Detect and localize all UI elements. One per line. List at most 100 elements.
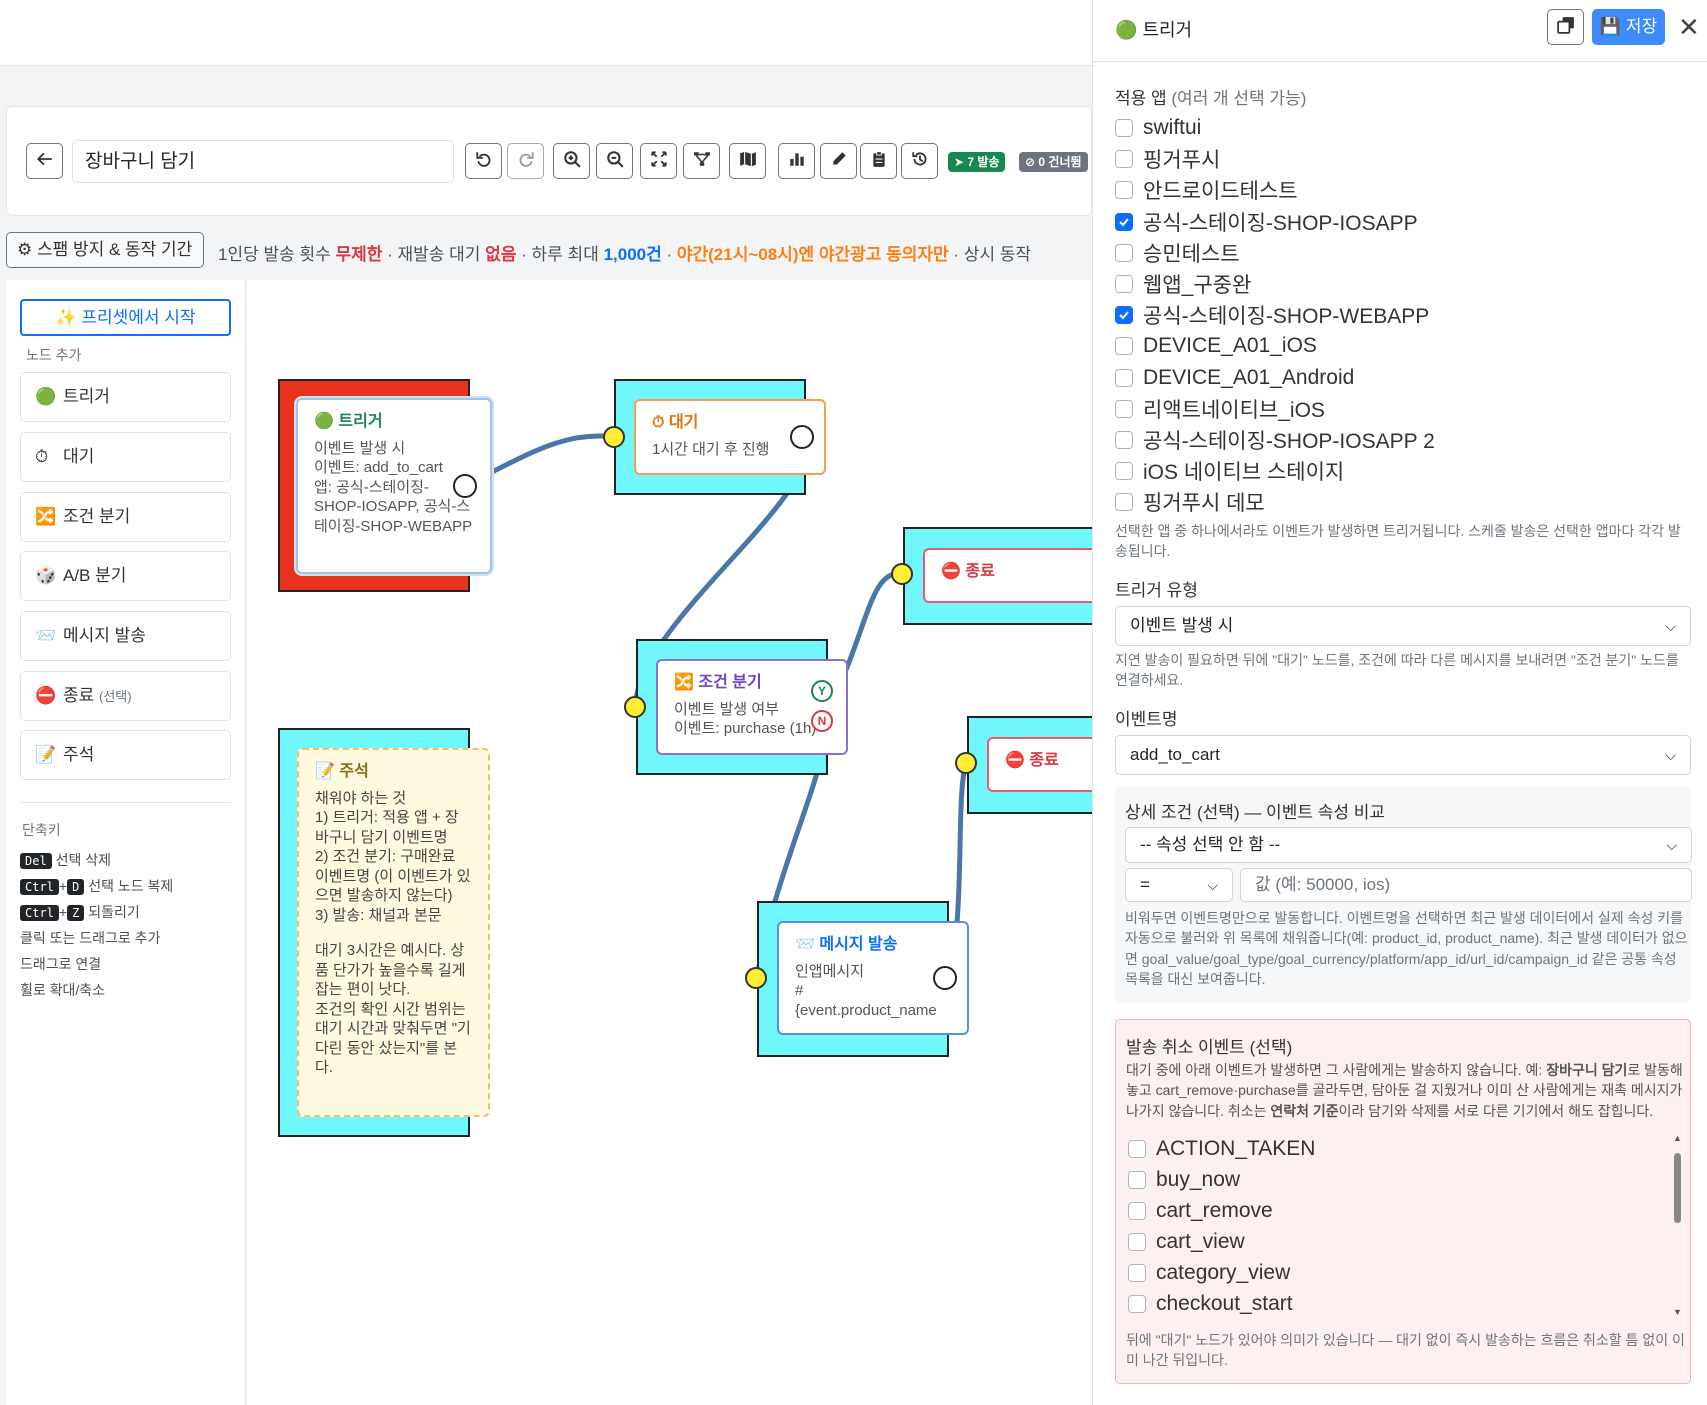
wait-input-handle[interactable] xyxy=(603,426,625,448)
scroll-up-icon[interactable]: ▲ xyxy=(1673,1133,1682,1143)
app-checkbox-row[interactable]: 핑거푸시 xyxy=(1115,145,1220,173)
note-node[interactable]: 📝 주석 채워야 하는 것 1) 트리거: 적용 앱 + 장바구니 담기 이벤트… xyxy=(297,748,490,1117)
back-button[interactable] xyxy=(26,143,63,179)
checkbox-icon[interactable] xyxy=(1128,1264,1146,1282)
scroll-down-icon[interactable]: ▼ xyxy=(1673,1307,1682,1317)
trigger-type-select[interactable]: 이벤트 발생 시 ⌵ xyxy=(1115,606,1691,646)
app-checkbox-row[interactable]: 공식-스테이징-SHOP-WEBAPP xyxy=(1115,301,1429,329)
checkbox-checked-icon[interactable] xyxy=(1115,306,1133,325)
duplicate-button[interactable] xyxy=(1547,9,1584,45)
minimap-button[interactable] xyxy=(729,143,766,179)
cancel-events-list[interactable]: ACTION_TAKEN buy_now cart_remove cart_viewc… xyxy=(1124,1133,1684,1321)
checkbox-checked-icon[interactable] xyxy=(1115,212,1133,231)
zoom-in-button[interactable] xyxy=(553,143,590,179)
auto-layout-button[interactable] xyxy=(683,143,720,179)
app-checkbox-row[interactable]: 승민테스트 xyxy=(1115,239,1240,267)
palette-item-trigger[interactable]: 🟢 트리거 xyxy=(20,372,231,422)
app-checkbox-row[interactable]: DEVICE_A01_Android xyxy=(1115,364,1354,392)
checkbox-icon[interactable] xyxy=(1115,462,1133,481)
checkbox-icon[interactable] xyxy=(1115,337,1133,356)
scrollbar-thumb[interactable] xyxy=(1674,1153,1681,1223)
checkbox-icon[interactable] xyxy=(1128,1233,1146,1251)
message-input-handle[interactable] xyxy=(745,967,767,989)
save-button[interactable]: 💾 저장 xyxy=(1592,9,1665,45)
checkbox-icon[interactable] xyxy=(1115,119,1133,137)
palette-item-note[interactable]: 📝 주석 xyxy=(20,730,231,780)
palette-item-end[interactable]: ⛔ 종료 (선택) xyxy=(20,671,231,721)
palette-item-wait[interactable]: ⏱ 대기 xyxy=(20,432,231,482)
end-node-1-input-handle[interactable] xyxy=(891,563,913,585)
app-checkbox-row[interactable]: 안드로이드테스트 xyxy=(1115,176,1298,204)
app-checkbox-row[interactable]: 웹앱_구중완 xyxy=(1115,270,1251,298)
panel-title: 🟢 트리거 xyxy=(1115,16,1192,42)
checkbox-icon[interactable] xyxy=(1115,243,1133,262)
history-button[interactable] xyxy=(901,143,938,179)
condition-input-handle[interactable] xyxy=(624,696,646,718)
fit-view-button[interactable] xyxy=(640,143,677,179)
cancel-hint-text: 이라 담기와 삭제를 서로 다른 기기에서 해도 잡힙니다. xyxy=(1338,1102,1654,1119)
operator-select[interactable]: = ⌵ xyxy=(1125,868,1233,902)
cancel-events-scrollbar[interactable]: ▲ ▼ xyxy=(1670,1133,1684,1321)
palette-item-sub: (선택) xyxy=(99,689,132,704)
trigger-output-handle[interactable] xyxy=(453,474,477,498)
palette-item-condition[interactable]: 🔀 조건 분기 xyxy=(20,492,231,542)
edit-button[interactable] xyxy=(820,143,857,179)
shortcut-drag-connect: 드래그로 연결 xyxy=(20,956,102,972)
app-checkbox-row[interactable]: 공식-스테이징-SHOP-IOSAPP xyxy=(1115,208,1418,236)
event-name-select[interactable]: add_to_cart ⌵ xyxy=(1115,735,1691,775)
checkbox-icon[interactable] xyxy=(1115,493,1133,512)
spam-text-4: · xyxy=(661,245,677,264)
checkbox-icon[interactable] xyxy=(1115,150,1133,169)
property-select[interactable]: -- 속성 선택 안 함 -- ⌵ xyxy=(1125,827,1692,863)
palette-item-message[interactable]: 📨 메시지 발송 xyxy=(20,611,231,661)
checkbox-icon[interactable] xyxy=(1115,399,1133,418)
undo-button[interactable] xyxy=(465,143,502,179)
cancel-event-row[interactable]: cart_remove xyxy=(1128,1197,1273,1225)
condition-yes-handle[interactable]: Y xyxy=(811,680,833,702)
end-node-2-input-handle[interactable] xyxy=(955,752,977,774)
redo-button[interactable] xyxy=(507,143,544,179)
condition-node-event: 이벤트: purchase (1h) xyxy=(674,720,817,738)
app-checkbox-row[interactable]: iOS 네이티브 스테이지 xyxy=(1115,457,1344,485)
close-icon[interactable]: ✕ xyxy=(1678,14,1700,40)
end-node-2[interactable]: ⛔ 종료 xyxy=(987,737,1092,792)
cancel-event-row[interactable]: cart_view xyxy=(1128,1228,1245,1256)
condition-node[interactable]: 🔀 조건 분기 이벤트 발생 여부 이벤트: purchase (1h) xyxy=(656,659,848,755)
clipboard-button[interactable] xyxy=(860,143,897,179)
zoom-in-icon xyxy=(563,150,581,173)
checkbox-icon[interactable] xyxy=(1128,1202,1146,1220)
spam-settings-button[interactable]: ⚙ 스팸 방지 & 동작 기간 xyxy=(6,232,204,268)
checkbox-icon[interactable] xyxy=(1128,1295,1146,1313)
flow-title-input[interactable]: 장바구니 담기 xyxy=(72,140,454,183)
checkbox-icon[interactable] xyxy=(1115,275,1133,293)
app-checkbox-row[interactable]: swiftui xyxy=(1115,114,1201,142)
kbd-d: D xyxy=(67,879,85,895)
app-checkbox-row[interactable]: 공식-스테이징-SHOP-IOSAPP 2 xyxy=(1115,426,1435,454)
app-checkbox-row[interactable]: DEVICE_A01_iOS xyxy=(1115,332,1317,360)
app-checkbox-row[interactable]: 핑거푸시 데모 xyxy=(1115,488,1265,516)
preset-start-button[interactable]: ✨ 프리셋에서 시작 xyxy=(20,299,231,336)
cancel-event-row[interactable]: buy_now xyxy=(1128,1166,1240,1194)
panel-header: 🟢 트리거 💾 저장 ✕ xyxy=(1093,0,1707,62)
checkbox-icon[interactable] xyxy=(1128,1171,1146,1189)
property-value-input[interactable]: 값 (예: 50000, ios) xyxy=(1240,868,1692,902)
cancel-event-row[interactable]: ACTION_TAKEN xyxy=(1128,1135,1315,1163)
palette-item-ab-split[interactable]: 🎲 A/B 분기 xyxy=(20,551,231,601)
undo-icon xyxy=(475,150,493,173)
wait-output-handle[interactable] xyxy=(790,425,814,449)
checkbox-icon[interactable] xyxy=(1115,431,1133,449)
zoom-out-button[interactable] xyxy=(596,143,633,179)
checkbox-icon[interactable] xyxy=(1115,181,1133,200)
stats-button[interactable] xyxy=(778,143,815,179)
condition-no-handle[interactable]: N xyxy=(811,710,833,732)
message-output-handle[interactable] xyxy=(933,966,957,990)
app-checkbox-row[interactable]: 리액트네이티브_iOS xyxy=(1115,395,1325,423)
sent-count-label: 7 발송 xyxy=(967,155,1000,169)
end-node-1[interactable]: ⛔ 종료 xyxy=(923,548,1092,603)
cancel-event-row[interactable]: category_view xyxy=(1128,1259,1290,1287)
checkbox-icon[interactable] xyxy=(1128,1140,1146,1158)
cancel-event-row[interactable]: checkout_start xyxy=(1128,1290,1293,1318)
checkbox-icon[interactable] xyxy=(1115,368,1133,387)
apps-hint: 선택한 앱 중 하나에서라도 이벤트가 발생하면 트리거됩니다. 스케줄 발송은… xyxy=(1115,523,1681,560)
app-checkbox-label: 핑거푸시 xyxy=(1143,149,1221,173)
